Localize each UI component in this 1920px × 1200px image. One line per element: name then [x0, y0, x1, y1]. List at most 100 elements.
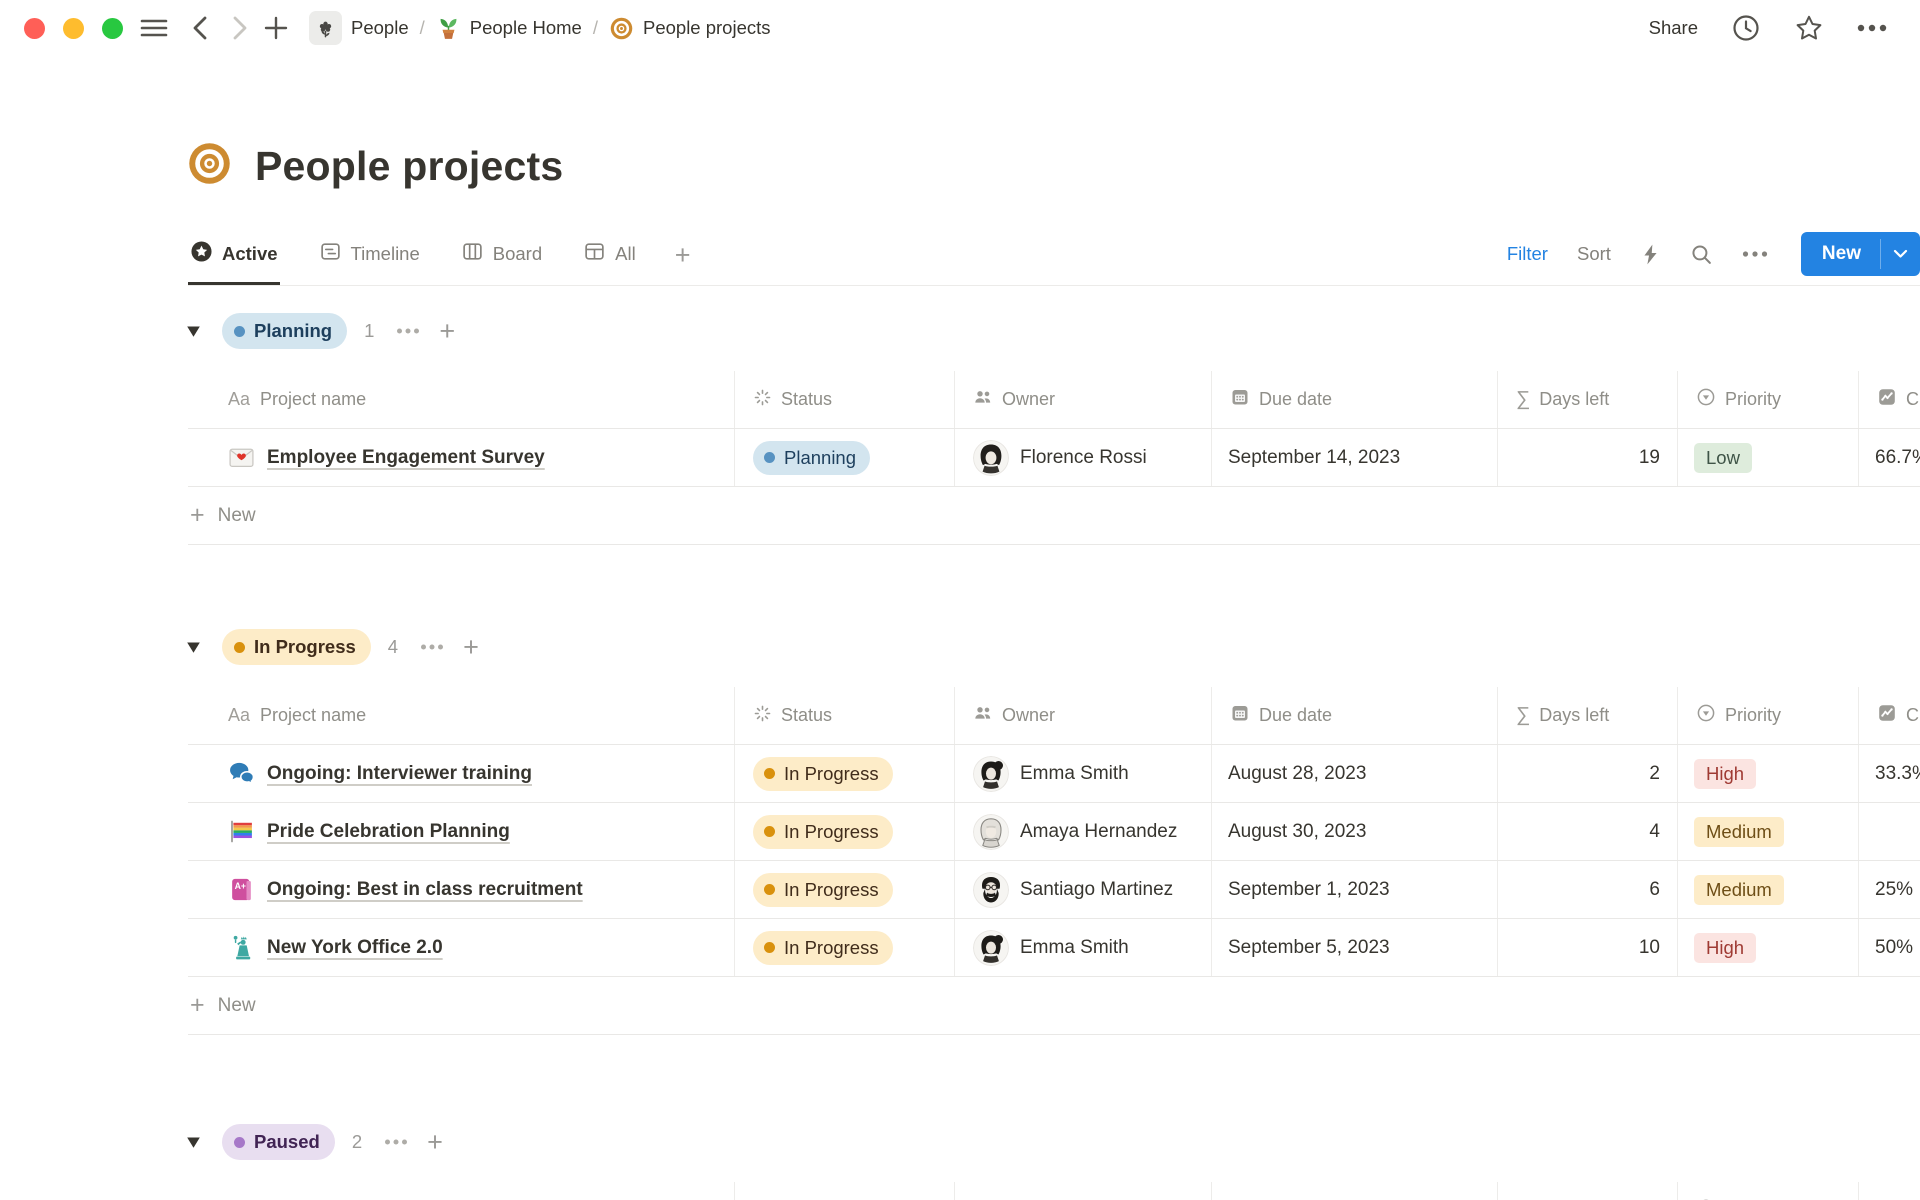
group-add-icon[interactable]: +: [439, 318, 455, 345]
status-cell[interactable]: In Progress: [735, 919, 955, 976]
group-options-icon[interactable]: [420, 643, 444, 651]
share-button[interactable]: Share: [1649, 17, 1698, 39]
nav-back-icon[interactable]: [189, 15, 213, 41]
new-button[interactable]: New: [1801, 232, 1920, 276]
status-tag[interactable]: In Progress: [753, 931, 893, 965]
filter-button[interactable]: Filter: [1507, 243, 1548, 265]
completion-cell[interactable]: 66.7%: [1859, 429, 1920, 486]
close-window-button[interactable]: [24, 18, 45, 39]
group-collapse-toggle-icon[interactable]: [186, 1136, 210, 1149]
due-date-cell[interactable]: September 14, 2023: [1212, 429, 1498, 486]
column-header-priority[interactable]: Priority: [1678, 687, 1859, 744]
column-header-status[interactable]: Status: [735, 1182, 955, 1200]
column-header-days-left[interactable]: ∑Days left: [1498, 371, 1678, 428]
new-row-button[interactable]: + New: [188, 977, 1920, 1035]
project-name-link[interactable]: Ongoing: Best in class recruitment: [267, 879, 583, 901]
priority-cell[interactable]: High: [1678, 919, 1859, 976]
project-name-cell[interactable]: A+ Ongoing: Best in class recruitment: [188, 861, 735, 918]
status-tag[interactable]: In Progress: [753, 757, 893, 791]
priority-cell[interactable]: Medium: [1678, 861, 1859, 918]
owner-cell[interactable]: Emma Smith: [955, 919, 1212, 976]
tab-timeline[interactable]: Timeline: [317, 226, 422, 285]
group-add-icon[interactable]: +: [427, 1129, 443, 1156]
column-header-status[interactable]: Status: [735, 371, 955, 428]
column-header-project-name[interactable]: AaProject name: [188, 1182, 735, 1200]
group-status-pill[interactable]: Planning: [222, 313, 347, 349]
column-header-completion[interactable]: C: [1859, 687, 1920, 744]
due-date-cell[interactable]: September 5, 2023: [1212, 919, 1498, 976]
completion-cell[interactable]: [1859, 803, 1920, 860]
table-row[interactable]: Employee Engagement Survey Planning Flor…: [188, 429, 1920, 487]
column-header-owner[interactable]: Owner: [955, 371, 1212, 428]
breadcrumb-item[interactable]: People projects: [603, 13, 777, 44]
priority-cell[interactable]: High: [1678, 745, 1859, 802]
new-row-button[interactable]: + New: [188, 487, 1920, 545]
completion-cell[interactable]: 33.3%: [1859, 745, 1920, 802]
group-status-pill[interactable]: Paused: [222, 1124, 335, 1160]
owner-cell[interactable]: Amaya Hernandez: [955, 803, 1212, 860]
sidebar-menu-icon[interactable]: [139, 16, 169, 40]
history-clock-icon[interactable]: [1731, 13, 1761, 43]
favorite-star-icon[interactable]: [1794, 13, 1824, 43]
project-name-link[interactable]: New York Office 2.0: [267, 937, 443, 959]
column-header-owner[interactable]: Owner: [955, 687, 1212, 744]
completion-cell[interactable]: 25%: [1859, 861, 1920, 918]
project-name-link[interactable]: Ongoing: Interviewer training: [267, 763, 532, 785]
breadcrumb-item[interactable]: People Home: [430, 13, 588, 44]
more-options-icon[interactable]: [1857, 23, 1887, 33]
tab-board[interactable]: Board: [459, 226, 544, 285]
owner-cell[interactable]: Santiago Martinez: [955, 861, 1212, 918]
group-options-icon[interactable]: [396, 327, 420, 335]
nav-forward-icon[interactable]: [227, 15, 251, 41]
group-options-icon[interactable]: [384, 1138, 408, 1146]
new-tab-icon[interactable]: [263, 15, 289, 41]
project-name-cell[interactable]: Pride Celebration Planning: [188, 803, 735, 860]
status-cell[interactable]: In Progress: [735, 861, 955, 918]
column-header-due-date[interactable]: Due date: [1212, 687, 1498, 744]
completion-cell[interactable]: 50%: [1859, 919, 1920, 976]
priority-tag[interactable]: High: [1694, 933, 1756, 963]
status-tag[interactable]: In Progress: [753, 815, 893, 849]
owner-cell[interactable]: Emma Smith: [955, 745, 1212, 802]
priority-tag[interactable]: Medium: [1694, 817, 1784, 847]
status-tag[interactable]: In Progress: [753, 873, 893, 907]
group-add-icon[interactable]: +: [463, 634, 479, 661]
project-name-cell[interactable]: New York Office 2.0: [188, 919, 735, 976]
minimize-window-button[interactable]: [63, 18, 84, 39]
project-name-cell[interactable]: Employee Engagement Survey: [188, 429, 735, 486]
column-header-days-left[interactable]: ∑Days left: [1498, 687, 1678, 744]
status-cell[interactable]: In Progress: [735, 803, 955, 860]
column-header-days-left[interactable]: ∑Days left: [1498, 1182, 1678, 1200]
group-collapse-toggle-icon[interactable]: [186, 325, 210, 338]
status-tag[interactable]: Planning: [753, 441, 870, 475]
priority-tag[interactable]: High: [1694, 759, 1756, 789]
add-view-icon[interactable]: +: [675, 226, 691, 285]
status-cell[interactable]: Planning: [735, 429, 955, 486]
project-name-link[interactable]: Employee Engagement Survey: [267, 447, 545, 469]
table-row[interactable]: Ongoing: Interviewer training In Progres…: [188, 745, 1920, 803]
new-dropdown-chevron-icon[interactable]: [1881, 232, 1920, 276]
column-header-due-date[interactable]: Due date: [1212, 371, 1498, 428]
column-header-status[interactable]: Status: [735, 687, 955, 744]
group-status-pill[interactable]: In Progress: [222, 629, 371, 665]
priority-tag[interactable]: Medium: [1694, 875, 1784, 905]
project-name-cell[interactable]: Ongoing: Interviewer training: [188, 745, 735, 802]
priority-cell[interactable]: Medium: [1678, 803, 1859, 860]
priority-tag[interactable]: Low: [1694, 443, 1752, 473]
column-header-completion[interactable]: C: [1859, 1182, 1920, 1200]
table-row[interactable]: New York Office 2.0 In Progress Emma Smi…: [188, 919, 1920, 977]
due-date-cell[interactable]: September 1, 2023: [1212, 861, 1498, 918]
sort-button[interactable]: Sort: [1577, 243, 1611, 265]
priority-cell[interactable]: Low: [1678, 429, 1859, 486]
page-title[interactable]: People projects: [255, 143, 563, 190]
table-row[interactable]: Pride Celebration Planning In Progress A…: [188, 803, 1920, 861]
column-header-priority[interactable]: Priority: [1678, 371, 1859, 428]
tab-active[interactable]: Active: [188, 226, 280, 285]
project-name-link[interactable]: Pride Celebration Planning: [267, 821, 510, 843]
column-header-project-name[interactable]: AaProject name: [188, 371, 735, 428]
owner-cell[interactable]: Florence Rossi: [955, 429, 1212, 486]
column-header-completion[interactable]: C: [1859, 371, 1920, 428]
table-row[interactable]: A+ Ongoing: Best in class recruitment In…: [188, 861, 1920, 919]
zoom-window-button[interactable]: [102, 18, 123, 39]
column-header-project-name[interactable]: AaProject name: [188, 687, 735, 744]
